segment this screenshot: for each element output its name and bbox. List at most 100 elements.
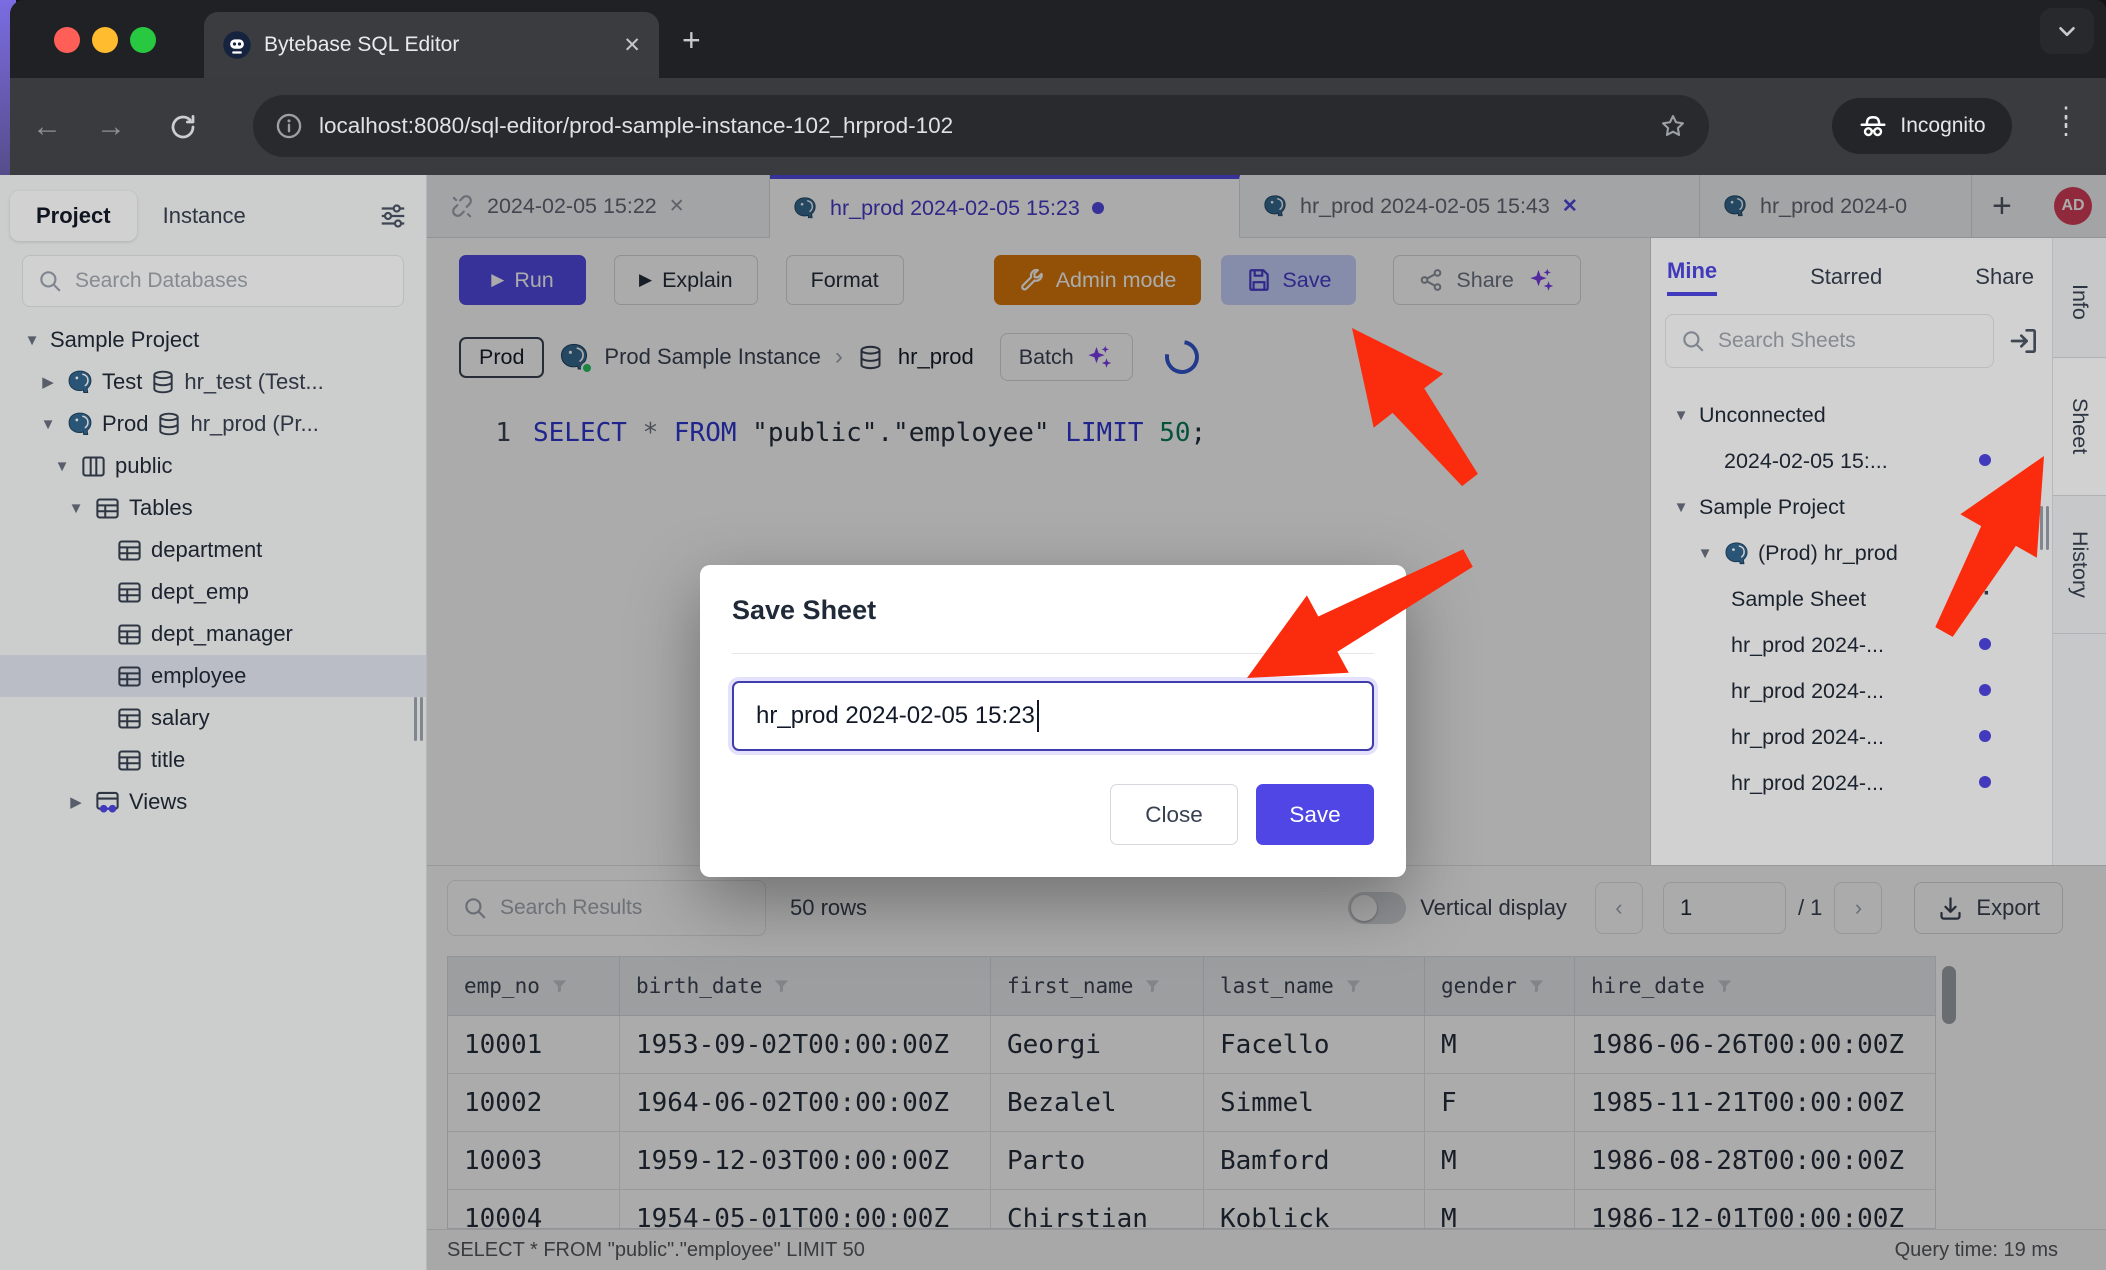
explain-button[interactable]: ▶ Explain — [614, 255, 758, 305]
save-button[interactable]: Save — [1221, 255, 1356, 305]
sheet-item[interactable]: hr_prod 2024-... — [1651, 668, 2052, 714]
tree-node-project[interactable]: ▼ Sample Project — [0, 319, 426, 361]
sheet-item[interactable]: hr_prod 2024-... — [1651, 760, 2052, 806]
tab-project[interactable]: Project — [10, 191, 137, 241]
tree-node-tables[interactable]: ▼ Tables — [0, 487, 426, 529]
window-zoom-button[interactable] — [130, 27, 156, 53]
new-sheet-button[interactable]: + — [1992, 191, 2012, 221]
close-tab-icon[interactable]: ✕ — [1562, 195, 1578, 218]
address-bar[interactable]: localhost:8080/sql-editor/prod-sample-in… — [253, 95, 1709, 157]
tree-node-prod-db[interactable]: ▼ Prod hr_prod (Pr... — [0, 403, 426, 445]
column-header[interactable]: last_name — [1204, 957, 1425, 1016]
sort-filter-icon[interactable] — [550, 977, 569, 996]
sidebar-resize-handle[interactable] — [414, 697, 424, 741]
tree-node-table-dept-emp[interactable]: dept_emp — [0, 571, 426, 613]
strip-tab-history[interactable]: History — [2053, 496, 2106, 634]
export-button[interactable]: Export — [1914, 882, 2063, 934]
sheet-menu-ellipsis[interactable]: ··· — [1963, 580, 1993, 608]
close-tab-icon[interactable]: ✕ — [669, 195, 685, 218]
bookmark-star-icon[interactable] — [1659, 112, 1687, 140]
chevron-collapsed-icon[interactable]: ▶ — [66, 793, 86, 811]
tab-search-button[interactable] — [2040, 8, 2094, 54]
tree-node-table-dept-manager[interactable]: dept_manager — [0, 613, 426, 655]
search-databases-input[interactable] — [75, 269, 389, 293]
modal-close-icon[interactable]: ✕ — [1345, 591, 1374, 629]
sort-filter-icon[interactable] — [1344, 977, 1363, 996]
search-results-input[interactable] — [500, 896, 751, 920]
chevron-collapsed-icon[interactable]: ▶ — [38, 373, 58, 391]
forward-button[interactable]: → — [88, 110, 134, 144]
sheet-tab-3[interactable]: hr_prod 2024-0 — [1700, 175, 1972, 237]
sheet-item[interactable]: hr_prod 2024-... — [1651, 714, 2052, 760]
chevron-expanded-icon[interactable]: ▼ — [1671, 499, 1691, 516]
format-button[interactable]: Format — [786, 255, 904, 305]
tree-node-views[interactable]: ▶ Views — [0, 781, 426, 823]
tab-mine[interactable]: Mine — [1667, 258, 1717, 296]
sheet-item[interactable]: Sample Sheet ··· — [1651, 576, 2052, 622]
modal-close-button[interactable]: Close — [1110, 784, 1238, 845]
column-header[interactable]: first_name — [991, 957, 1204, 1016]
tree-node-table-salary[interactable]: salary — [0, 697, 426, 739]
site-info-icon[interactable] — [275, 112, 303, 140]
browser-tab[interactable]: Bytebase SQL Editor ✕ — [204, 12, 659, 78]
prev-page-button[interactable]: ‹ — [1595, 882, 1643, 934]
tab-starred[interactable]: Starred — [1810, 264, 1882, 290]
next-page-button[interactable]: › — [1834, 882, 1882, 934]
tree-node-table-department[interactable]: department — [0, 529, 426, 571]
sheet-group-project[interactable]: ▼ Sample Project — [1651, 484, 2052, 530]
chevron-expanded-icon[interactable]: ▼ — [66, 500, 86, 517]
filter-sliders-icon[interactable] — [378, 201, 408, 231]
page-number-input[interactable] — [1663, 882, 1786, 934]
browser-tab-close-icon[interactable]: ✕ — [623, 33, 641, 58]
table-scrollbar-thumb[interactable] — [1942, 966, 1956, 1024]
modal-save-button[interactable]: Save — [1256, 784, 1374, 845]
sheet-tab-1-active[interactable]: hr_prod 2024-02-05 15:23 — [770, 175, 1240, 238]
tree-node-schema-public[interactable]: ▼ public — [0, 445, 426, 487]
reload-button[interactable] — [160, 112, 206, 142]
back-button[interactable]: ← — [24, 110, 70, 144]
sheet-group-database[interactable]: ▼ (Prod) hr_prod — [1651, 530, 2052, 576]
sheet-item[interactable]: 2024-02-05 15:... — [1651, 438, 2052, 484]
strip-tab-info[interactable]: Info — [2053, 246, 2106, 358]
tree-node-table-title[interactable]: title — [0, 739, 426, 781]
sort-filter-icon[interactable] — [1715, 977, 1734, 996]
tree-node-test-db[interactable]: ▶ Test hr_test (Test... — [0, 361, 426, 403]
sheet-tab-0[interactable]: 2024-02-05 15:22 ✕ — [427, 175, 770, 237]
environment-chip[interactable]: Prod — [459, 337, 544, 378]
database-name[interactable]: hr_prod — [898, 344, 974, 370]
share-button[interactable]: Share — [1393, 255, 1580, 305]
tab-instance[interactable]: Instance — [137, 191, 272, 241]
column-header[interactable]: gender — [1425, 957, 1575, 1016]
sort-filter-icon[interactable] — [772, 977, 791, 996]
sheet-tab-2[interactable]: hr_prod 2024-02-05 15:43 ✕ — [1240, 175, 1700, 237]
window-minimize-button[interactable] — [92, 27, 118, 53]
tree-node-table-employee-selected[interactable]: employee — [0, 655, 426, 697]
chevron-expanded-icon[interactable]: ▼ — [1695, 545, 1715, 562]
sort-filter-icon[interactable] — [1527, 977, 1546, 996]
instance-name[interactable]: Prod Sample Instance — [604, 344, 820, 370]
vertical-display-toggle[interactable] — [1348, 892, 1406, 924]
sheet-name-input[interactable]: hr_prod 2024-02-05 15:23 — [732, 681, 1374, 751]
window-close-button[interactable] — [54, 27, 80, 53]
chevron-expanded-icon[interactable]: ▼ — [22, 332, 42, 349]
chevron-expanded-icon[interactable]: ▼ — [1671, 407, 1691, 424]
sheet-item[interactable]: hr_prod 2024-... — [1651, 622, 2052, 668]
column-header[interactable]: emp_no — [448, 957, 620, 1016]
admin-mode-button[interactable]: Admin mode — [994, 255, 1202, 305]
sheet-group-unconnected[interactable]: ▼ Unconnected — [1651, 392, 2052, 438]
strip-tab-sheet[interactable]: Sheet — [2053, 358, 2106, 496]
new-browser-tab-button[interactable]: + — [682, 24, 701, 56]
column-header[interactable]: birth_date — [620, 957, 991, 1016]
chevron-expanded-icon[interactable]: ▼ — [38, 416, 58, 433]
sort-filter-icon[interactable] — [1143, 977, 1162, 996]
batch-button[interactable]: Batch — [1000, 333, 1133, 381]
column-header[interactable]: hire_date — [1575, 957, 1936, 1016]
chevron-expanded-icon[interactable]: ▼ — [52, 458, 72, 475]
collapse-panel-icon[interactable] — [2008, 325, 2040, 357]
browser-menu-button[interactable]: ⋮⋮ — [2054, 112, 2078, 132]
panel-resize-handle[interactable] — [2040, 506, 2050, 550]
user-avatar[interactable]: AD — [2054, 187, 2092, 225]
search-sheets-input[interactable] — [1718, 329, 1979, 353]
run-button[interactable]: ▶ Run — [459, 255, 586, 305]
tab-share[interactable]: Share — [1975, 264, 2034, 290]
